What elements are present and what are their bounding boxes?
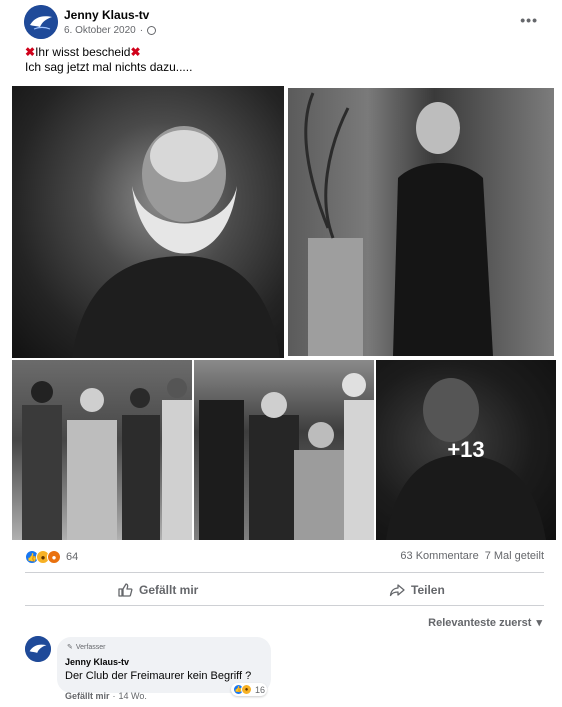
more-photos-overlay[interactable]: +13 [376,360,556,540]
caret-down-icon: ▾ [536,617,542,629]
meta-separator: · [139,25,144,36]
more-options-icon[interactable]: ••• [520,12,538,28]
comment-author[interactable]: Jenny Klaus-tv [65,657,129,667]
globe-icon [147,26,157,35]
author-badge: ✎ Verfasser [67,643,106,652]
post-meta: 6. Oktober 2020 · [64,25,157,36]
share-button-label: Teilen [411,583,445,597]
post-date[interactable]: 6. Oktober 2020 [64,25,136,36]
like-button-label: Gefällt mir [139,583,199,597]
cross-mark-icon: ✖ [130,45,141,59]
comment-actions: Gefällt mir · 14 Wo. [65,691,147,701]
post-text-line1: Ihr wisst bescheid [35,45,131,59]
comment-reactions[interactable]: 👍 ● 16 [231,683,268,696]
share-button[interactable]: Teilen [389,582,445,598]
post-text: ✖Ihr wisst bescheid✖ Ich sag jetzt mal n… [25,45,192,75]
comment-sort-dropdown[interactable]: Relevanteste zuerst ▾ [428,616,542,630]
reaction-summary[interactable]: 👍 ● ● 64 [25,550,78,564]
photo-2[interactable] [286,86,556,358]
thumbs-up-icon [118,583,133,597]
photo-grid: +13 [12,86,556,540]
cross-mark-icon: ✖ [25,45,36,59]
photo-5[interactable]: +13 [376,360,556,540]
photo-3[interactable] [12,360,192,540]
post-author-name[interactable]: Jenny Klaus-tv [64,8,149,22]
photo-1[interactable] [12,86,284,358]
comment-text: Der Club der Freimaurer kein Begriff ? [65,670,252,682]
share-arrow-icon [389,584,405,597]
commenter-avatar[interactable] [25,636,51,662]
comment-meta-separator: · [112,691,116,701]
like-button[interactable]: Gefällt mir [117,582,198,598]
comments-count[interactable]: 63 Kommentare [400,550,478,562]
comment-age[interactable]: 14 Wo. [119,691,147,701]
comment-reaction-count: 16 [255,684,266,695]
photo-4[interactable] [194,360,374,540]
pencil-icon: ✎ [67,644,73,651]
comment-like-link[interactable]: Gefällt mir [65,691,110,701]
angry-reaction-icon: ● [47,550,61,564]
author-avatar[interactable] [24,5,58,39]
divider [25,572,544,573]
sort-label: Relevanteste zuerst [428,616,532,629]
reaction-count[interactable]: 64 [66,551,78,563]
engagement-counts: 63 Kommentare 7 Mal geteilt [400,550,544,562]
shares-count[interactable]: 7 Mal geteilt [485,550,544,562]
divider [25,605,544,606]
author-badge-label: Verfasser [75,643,106,651]
post-card: Jenny Klaus-tv 6. Oktober 2020 · ••• ✖Ih… [0,0,562,707]
haha-reaction-icon: ● [241,684,252,695]
post-text-line2: Ich sag jetzt mal nichts dazu..... [25,60,193,74]
